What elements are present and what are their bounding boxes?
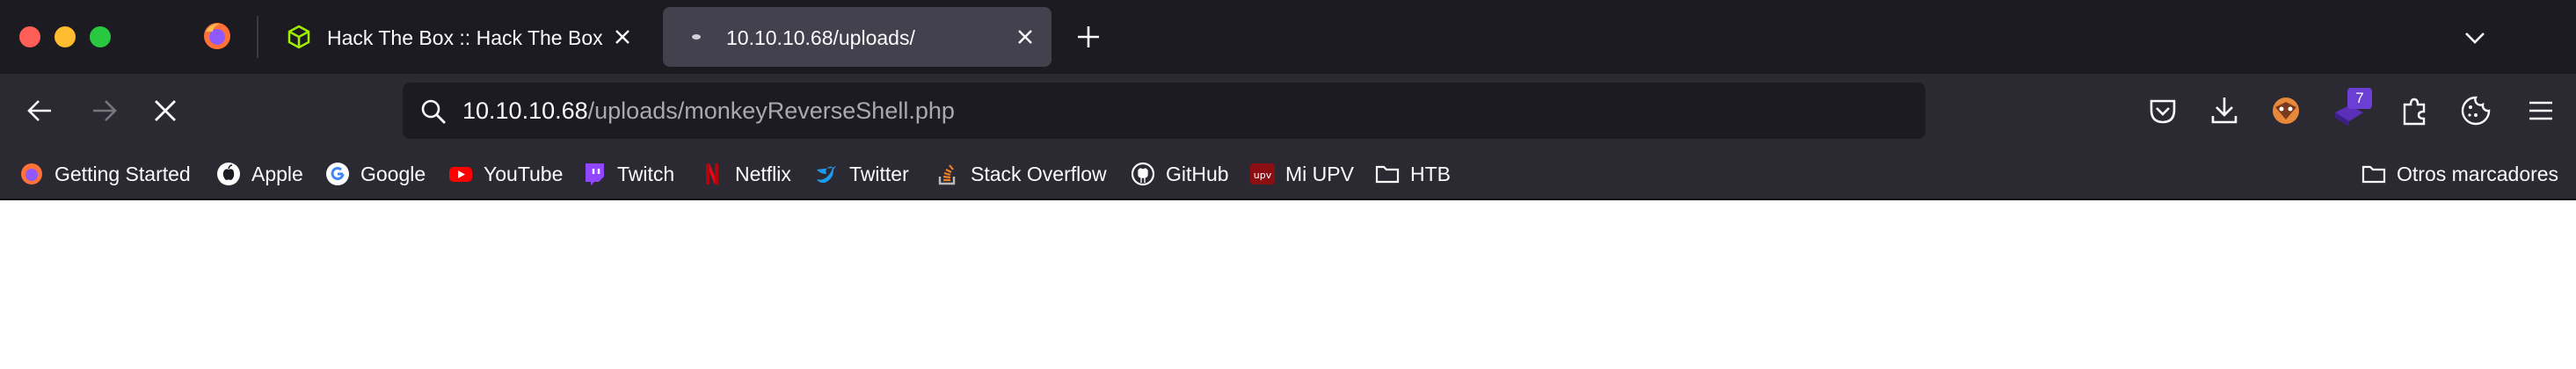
bookmark-label: Google <box>360 163 426 185</box>
new-tab-icon[interactable] <box>1074 23 1102 51</box>
cookie-icon[interactable] <box>2458 93 2493 128</box>
netflix-icon <box>706 163 718 184</box>
search-icon <box>421 99 446 124</box>
apple-icon <box>217 163 240 185</box>
bookmarks-toolbar: Getting Started Apple Google YouTube Twi… <box>0 149 2576 200</box>
bookmark-label: Apple <box>251 163 303 185</box>
folder-icon <box>2361 165 2386 184</box>
url-text[interactable]: 10.10.10.68/uploads/monkeyReverseShell.p… <box>462 98 955 125</box>
twitter-icon <box>817 166 836 184</box>
bookmark-label: Stack Overflow <box>971 163 1107 185</box>
close-tab-icon[interactable] <box>1015 26 1036 47</box>
tab-title: 10.10.10.68/uploads/ <box>726 26 915 49</box>
bookmark-label: Getting Started <box>55 163 191 185</box>
window-maximize-button[interactable] <box>90 26 111 47</box>
loading-dot-icon <box>692 34 701 40</box>
folder-icon <box>1375 165 1400 184</box>
upv-icon: upv <box>1250 163 1275 184</box>
list-all-tabs-icon[interactable] <box>2462 25 2488 51</box>
close-tab-icon[interactable] <box>612 26 633 47</box>
bookmark-label: Twitter <box>849 163 909 185</box>
youtube-icon <box>449 167 472 182</box>
back-icon[interactable] <box>23 93 58 128</box>
page-content <box>0 200 2576 369</box>
bookmark-label: Twitch <box>617 163 675 185</box>
stackoverflow-icon <box>938 164 956 185</box>
tab-uploads[interactable]: 10.10.10.68/uploads/ <box>663 7 1052 67</box>
bookmark-label: Otros marcadores <box>2397 163 2559 185</box>
extensions-puzzle-icon[interactable] <box>2397 93 2432 128</box>
navigation-toolbar: 10.10.10.68/uploads/monkeyReverseShell.p… <box>0 74 2576 149</box>
htb-cube-icon <box>287 25 310 49</box>
bookmark-label: Netflix <box>735 163 791 185</box>
bookmark-label: Mi UPV <box>1285 163 1354 185</box>
stop-loading-icon[interactable] <box>148 93 183 128</box>
bookmark-label: GitHub <box>1166 163 1229 185</box>
url-host: 10.10.10.68 <box>462 98 588 124</box>
firefox-view-icon[interactable] <box>202 21 232 51</box>
forward-icon[interactable] <box>86 93 121 128</box>
twitch-icon <box>586 163 604 185</box>
bookmark-label: YouTube <box>484 163 564 185</box>
extension-fox-icon[interactable] <box>2268 93 2303 128</box>
tab-strip: Hack The Box :: Hack The Box 10.10.10.68… <box>0 0 2576 74</box>
pocket-icon[interactable] <box>2145 93 2180 128</box>
google-icon <box>326 163 349 185</box>
firefox-icon <box>21 163 42 184</box>
menu-icon[interactable] <box>2523 93 2558 128</box>
address-bar[interactable]: 10.10.10.68/uploads/monkeyReverseShell.p… <box>403 83 1925 139</box>
downloads-icon[interactable] <box>2207 93 2242 128</box>
bookmark-label: HTB <box>1410 163 1451 185</box>
url-path: /uploads/monkeyReverseShell.php <box>587 98 955 124</box>
tab-hack-the-box[interactable]: Hack The Box :: Hack The Box <box>264 7 651 67</box>
tab-separator <box>257 16 258 58</box>
extension-badge-button[interactable]: 7 <box>2332 88 2372 128</box>
window-minimize-button[interactable] <box>55 26 76 47</box>
svg-text:upv: upv <box>1254 170 1272 181</box>
tab-title: Hack The Box :: Hack The Box <box>327 26 603 49</box>
github-icon <box>1131 162 1155 186</box>
extension-badge-count: 7 <box>2347 88 2372 109</box>
window-close-button[interactable] <box>19 26 40 47</box>
